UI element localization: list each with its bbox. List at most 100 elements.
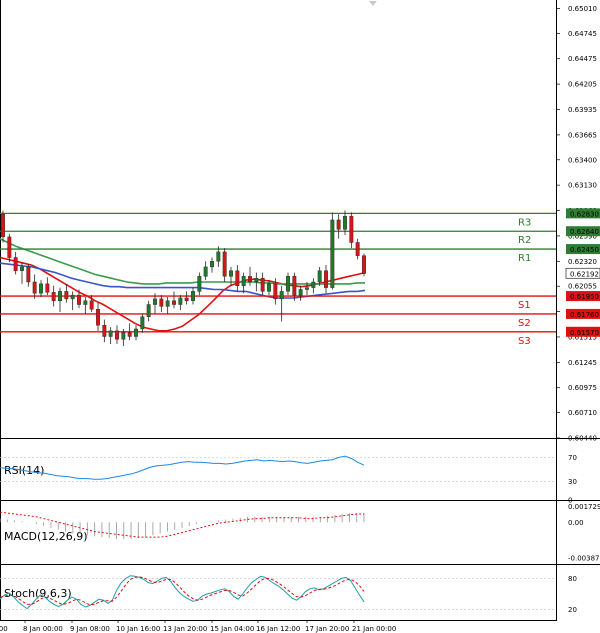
price-tick-label: 0.60710 xyxy=(568,409,597,417)
candle-bear xyxy=(77,294,81,305)
candle-bull xyxy=(191,291,195,301)
stoch-tick-label: 20 xyxy=(568,606,577,614)
candle-bear xyxy=(96,309,100,326)
scroll-arrow-icon[interactable] xyxy=(369,1,377,6)
candle-bull xyxy=(165,300,170,307)
level-value-label: 0.62640 xyxy=(570,228,599,236)
macd-title: MACD(12,26,9) xyxy=(4,530,88,543)
candle-bear xyxy=(222,251,227,277)
candle-bear xyxy=(292,276,297,296)
candle-bear xyxy=(248,276,252,283)
price-tick-label: 0.62055 xyxy=(568,283,597,291)
price-tick-label: 0.63935 xyxy=(568,106,597,114)
candle-bear xyxy=(89,300,94,310)
level-value-label: 0.61760 xyxy=(570,311,599,319)
candle-bear xyxy=(172,300,176,305)
candle-bull xyxy=(58,291,62,301)
candle-bear xyxy=(115,330,119,340)
candle-bear xyxy=(26,266,31,283)
current-price-value: 0.62192 xyxy=(570,270,599,278)
level-label-r1: R1 xyxy=(518,253,531,264)
candle-bull xyxy=(108,330,113,337)
candle-bear xyxy=(102,325,107,337)
stoch-pane: Stoch(9,6,3) 8020 xyxy=(0,575,577,614)
price-tick-label: 0.65010 xyxy=(568,5,597,13)
candle-bull xyxy=(298,289,303,296)
candle-bull xyxy=(39,283,43,294)
level-value-label: 0.62450 xyxy=(570,246,599,254)
candle-bear xyxy=(159,298,164,307)
level-label-r3: R3 xyxy=(518,217,531,228)
candle-bear xyxy=(184,297,189,301)
macd-tick-label: 0.001729 xyxy=(568,503,600,511)
price-tick-label: 0.63130 xyxy=(568,182,597,190)
level-label-s2: S2 xyxy=(518,318,531,329)
time-axis: 5:00 8 Jan 00:00 9 Jan 08:00 10 Jan 16:0013… xyxy=(0,620,396,633)
level-value-label: 0.61570 xyxy=(570,329,599,337)
price-axis: 0.65010 0.64745 0.64475 0.64205 0.63935 0.636… xyxy=(556,5,597,443)
candle-bear xyxy=(32,281,37,294)
candle-bear xyxy=(51,292,56,301)
candle-bear xyxy=(45,283,50,293)
pivot-levels: R3 R2 R1 S1 S2 S3 xyxy=(0,212,556,347)
time-tick-label: 16 Jan 12:00 xyxy=(256,625,300,633)
time-tick-label: 5:00 xyxy=(0,625,8,633)
candle-bear xyxy=(336,219,341,230)
price-tick-label: 0.61245 xyxy=(568,359,597,367)
candle-bull xyxy=(203,266,208,277)
price-tick-label: 0.60440 xyxy=(568,435,597,443)
price-tick-label: 0.60975 xyxy=(568,384,597,392)
time-tick-label: 13 Jan 20:00 xyxy=(163,625,207,633)
level-value-label: 0.61950 xyxy=(570,293,599,301)
time-tick-label: 10 Jan 16:00 xyxy=(116,625,160,633)
time-tick-label: 21 Jan 00:00 xyxy=(352,625,396,633)
candle-bull xyxy=(330,219,335,288)
candle-bull xyxy=(343,215,347,230)
candle-bull xyxy=(83,300,88,305)
candle-bear xyxy=(127,332,132,337)
macd-pane: MACD(12,26,9) 0.001729 0.00 -0.00387 xyxy=(0,503,600,563)
price-tick-label: 0.64745 xyxy=(568,30,597,38)
candle-bull xyxy=(317,270,322,283)
time-tick-label: 9 Jan 08:00 xyxy=(70,625,110,633)
candle-bull xyxy=(267,283,271,292)
price-tick-label: 0.64475 xyxy=(568,55,597,63)
candle-bear xyxy=(349,215,354,243)
candle-bull xyxy=(254,278,259,283)
candle-bull xyxy=(20,266,24,271)
candle-bull xyxy=(210,261,214,268)
price-tick-label: 0.63665 xyxy=(568,131,597,139)
candle-bear xyxy=(324,270,328,288)
candle-bull xyxy=(153,298,157,305)
stoch-tick-label: 80 xyxy=(568,575,577,583)
price-tick-label: 0.63400 xyxy=(568,156,597,164)
candle-bear xyxy=(355,242,360,256)
price-pane: 0.65010 0.64745 0.64475 0.64205 0.63935 0.636… xyxy=(0,5,600,443)
candle-bull xyxy=(146,304,151,317)
level-value-label: 0.62830 xyxy=(570,210,599,218)
macd-axis: 0.001729 0.00 -0.00387 xyxy=(568,503,600,563)
level-label-s3: S3 xyxy=(518,336,531,347)
candle-bull xyxy=(178,297,183,305)
candle-bull xyxy=(286,276,290,292)
candle-bull xyxy=(241,276,246,286)
candle-bear xyxy=(235,270,240,286)
level-label-r2: R2 xyxy=(518,235,531,246)
candle-bull xyxy=(216,251,221,262)
candle-bear xyxy=(1,214,5,238)
candle-bull xyxy=(134,328,138,337)
candle-bull xyxy=(311,281,316,288)
candle-bull xyxy=(70,294,75,300)
time-tick-label: 8 Jan 00:00 xyxy=(23,625,63,633)
rsi-tick-label: 30 xyxy=(568,478,577,486)
current-price-marker: 0.62192 xyxy=(565,267,600,279)
forex-chart: 0.65010 0.64745 0.64475 0.64205 0.63935 0.636… xyxy=(0,0,600,633)
time-tick-label: 17 Jan 20:00 xyxy=(305,625,349,633)
candle-bull xyxy=(229,270,233,277)
rsi-pane: RSI(14) 70300 xyxy=(0,454,577,505)
rsi-line xyxy=(0,455,365,480)
macd-tick-label: 0.00 xyxy=(568,519,584,527)
price-tick-label: 0.62320 xyxy=(568,258,597,266)
price-tick-label: 0.64205 xyxy=(568,81,597,89)
level-label-s1: S1 xyxy=(518,300,531,311)
